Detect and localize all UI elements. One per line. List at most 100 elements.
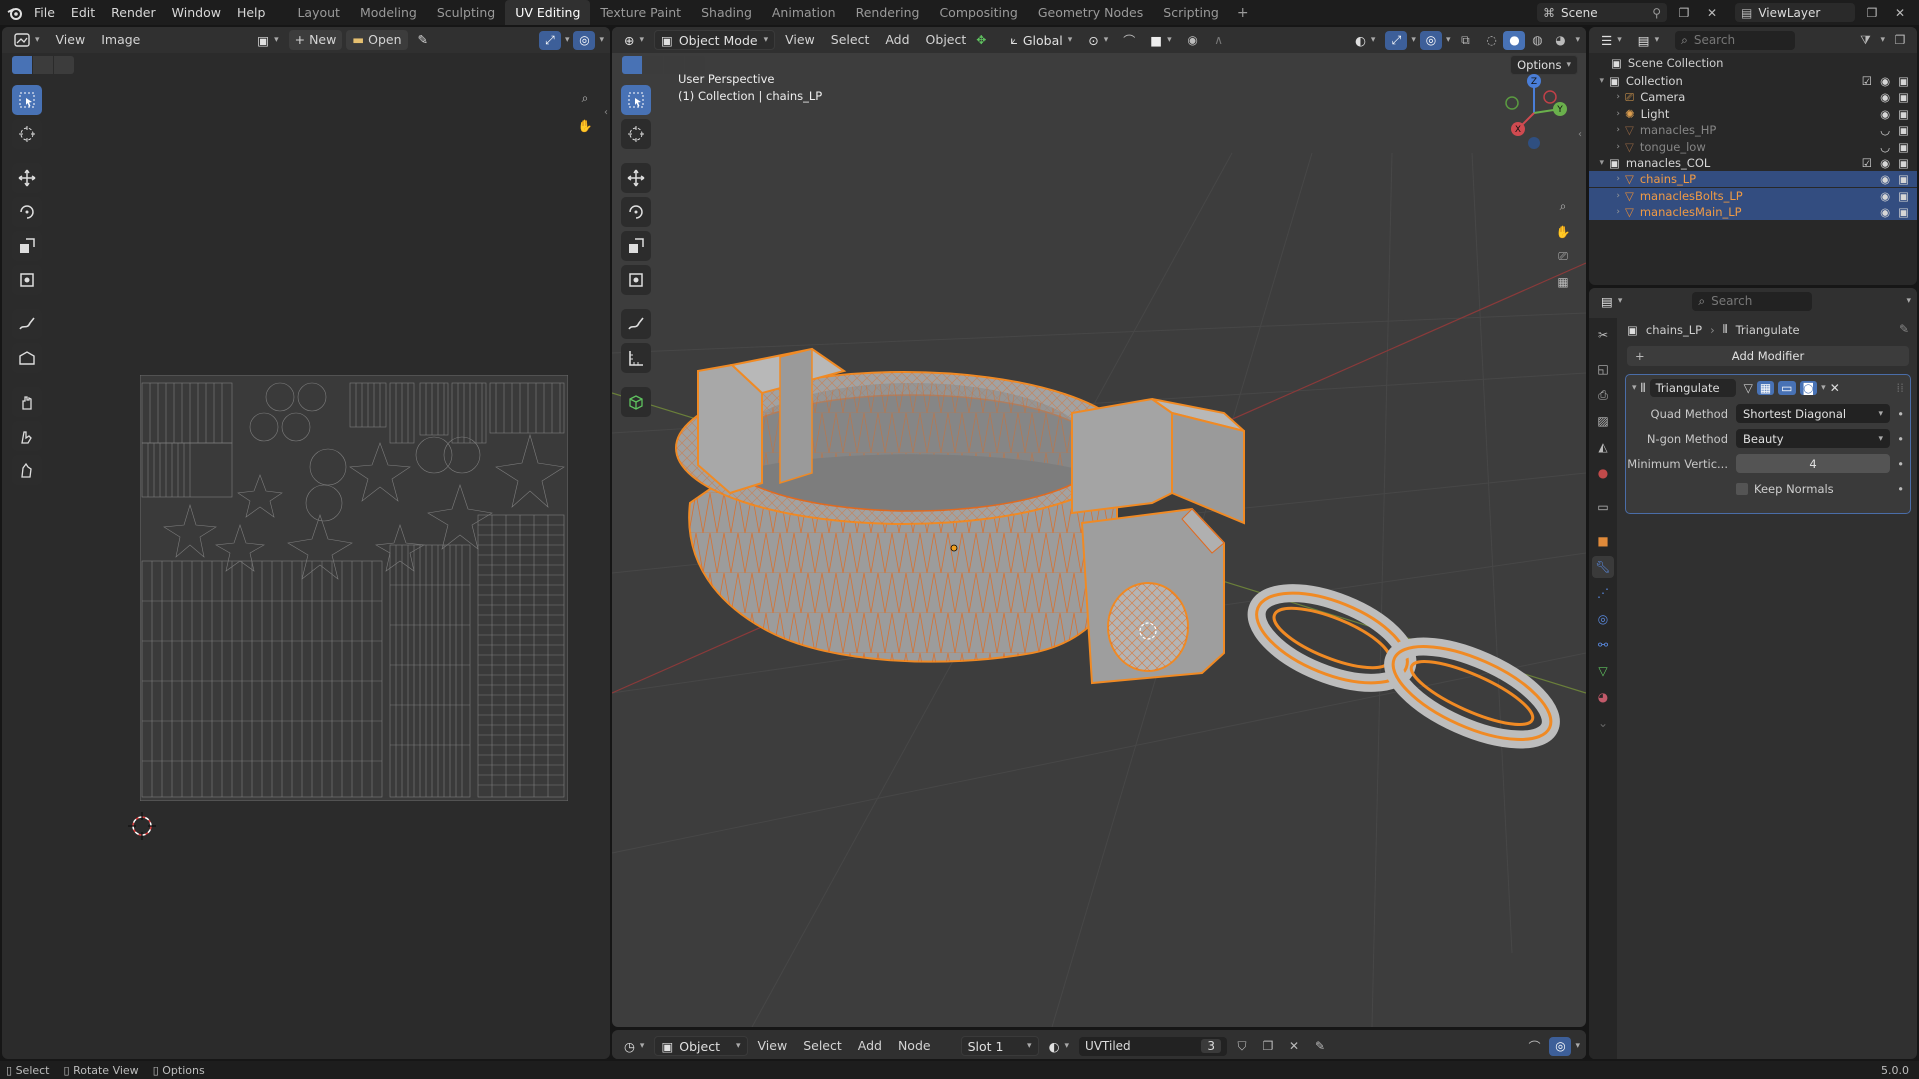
disclosure-chevron-icon[interactable]: ▾	[1589, 158, 1609, 168]
world-tab-icon[interactable]: ●	[1592, 462, 1614, 484]
menu-file[interactable]: File	[26, 0, 63, 25]
fake-user-shield-icon[interactable]: ⛉	[1231, 1037, 1253, 1056]
min-vertices-keyframe-icon[interactable]: •	[1890, 457, 1904, 471]
material-name-field[interactable]: UVTiled 3	[1079, 1036, 1228, 1056]
tool-tab-icon[interactable]: ✂	[1592, 324, 1614, 346]
keep-normals-keyframe-icon[interactable]: •	[1890, 482, 1904, 496]
vp-annotate-tool[interactable]	[621, 309, 651, 339]
workspace-tab-uv-editing[interactable]: UV Editing	[505, 0, 591, 25]
properties-editor-type[interactable]: ▤ ▾	[1595, 291, 1628, 311]
vp-select-box-tool[interactable]	[621, 85, 651, 115]
workspace-tab-rendering[interactable]: Rendering	[846, 0, 930, 25]
pinch-tool[interactable]	[12, 455, 42, 485]
outliner-item-tongue-low[interactable]: › ▽ tongue_low ◡ ▣	[1589, 139, 1917, 155]
render-camera-icon[interactable]: ▣	[1898, 189, 1909, 203]
properties-search[interactable]: ⌕ Search	[1692, 291, 1813, 311]
uv-menu-view[interactable]: View	[50, 30, 92, 50]
node-menu-node[interactable]: Node	[892, 1036, 937, 1056]
physics-tab-icon[interactable]: ◎	[1592, 608, 1614, 630]
vp-sidebar-toggle-icon[interactable]: ‹	[1578, 129, 1582, 140]
navigation-gizmo[interactable]: Z Y X	[1494, 73, 1574, 153]
exclude-checkbox-icon[interactable]: ☑	[1862, 156, 1872, 170]
uv-cursor-icon[interactable]	[128, 812, 156, 840]
filter-icon[interactable]: ⧩	[1854, 31, 1876, 50]
outliner-item-manaclesmain-lp[interactable]: › ▽ manaclesMain_LP ◉ ▣	[1589, 204, 1917, 221]
annotate-tool[interactable]	[12, 309, 42, 339]
eye-icon[interactable]: ◉	[1880, 107, 1890, 121]
properties-pin-icon[interactable]: ✎	[1899, 322, 1909, 336]
render-camera-icon[interactable]: ▣	[1898, 205, 1909, 219]
select-box-tool[interactable]	[12, 85, 42, 115]
rendered-shading-icon[interactable]: ◕	[1549, 31, 1571, 50]
viewport-menu-add[interactable]: Add	[879, 30, 915, 50]
render-camera-icon[interactable]: ▣	[1898, 156, 1909, 170]
snap-toggle-icon[interactable]: ⌒	[1118, 31, 1140, 50]
modifier-tab-icon[interactable]: 🔧︎	[1592, 556, 1614, 578]
vp-cursor-tool[interactable]	[621, 119, 651, 149]
vp-pan-hand-icon[interactable]: ✋	[1552, 222, 1574, 241]
modifier-options-chevron-icon[interactable]: ▾	[1821, 383, 1826, 393]
eye-icon[interactable]: ◉	[1880, 172, 1890, 186]
viewport-toggle-icon[interactable]: ▭	[1778, 381, 1796, 395]
viewport-editor-type[interactable]: ⊕ ▾	[618, 30, 650, 50]
unlink-material-icon[interactable]: ✕	[1283, 1037, 1305, 1056]
transform-tool[interactable]	[12, 265, 42, 295]
disclosure-chevron-icon[interactable]: ›	[1589, 207, 1625, 217]
edit-mode-toggle-icon[interactable]: ▽	[1744, 381, 1753, 395]
outliner-item-light[interactable]: › ✺ Light ◉ ▣	[1589, 106, 1917, 122]
grab-tool[interactable]	[12, 387, 42, 417]
new-scene-icon[interactable]: ❐	[1673, 3, 1695, 22]
uv-layout-canvas[interactable]	[140, 375, 568, 801]
vp-transform-tool[interactable]	[621, 265, 651, 295]
proportional-edit-icon[interactable]: ◉	[1182, 31, 1204, 50]
display-mode-selector[interactable]: ▤ ▾	[1632, 30, 1665, 50]
vp-measure-tool[interactable]	[621, 343, 651, 373]
workspace-tab-shading[interactable]: Shading	[691, 0, 762, 25]
workspace-tab-modeling[interactable]: Modeling	[350, 0, 427, 25]
outliner-item-manaclesbolts-lp[interactable]: › ▽ manaclesBolts_LP ◉ ▣	[1589, 187, 1917, 204]
workspace-tab-scripting[interactable]: Scripting	[1153, 0, 1229, 25]
viewport-menu-select[interactable]: Select	[825, 30, 876, 50]
menu-edit[interactable]: Edit	[63, 0, 103, 25]
render-camera-icon[interactable]: ▣	[1898, 123, 1909, 137]
pivot-selector[interactable]: ⊙ ▾	[1082, 30, 1114, 50]
menu-window[interactable]: Window	[164, 0, 229, 25]
menu-help[interactable]: Help	[229, 0, 274, 25]
constraints-tab-icon[interactable]: ⚯	[1592, 634, 1614, 656]
workspace-tab-animation[interactable]: Animation	[762, 0, 846, 25]
disclosure-chevron-icon[interactable]: ›	[1589, 125, 1625, 135]
gizmo-toggle-icon[interactable]: ⤢	[538, 30, 561, 50]
node-menu-add[interactable]: Add	[852, 1036, 888, 1056]
modifier-name-field[interactable]: Triangulate	[1649, 379, 1736, 397]
render-camera-icon[interactable]: ▣	[1898, 107, 1909, 121]
select-mode-new-icon[interactable]	[12, 56, 32, 74]
scene-collection-row[interactable]: ▣ Scene Collection	[1589, 53, 1917, 73]
vp-move-tool[interactable]	[621, 163, 651, 193]
workspace-tab-compositing[interactable]: Compositing	[929, 0, 1027, 25]
workspace-tab-layout[interactable]: Layout	[287, 0, 350, 25]
delete-scene-icon[interactable]: ✕	[1701, 3, 1723, 22]
node-editor-type[interactable]: ◷ ▾	[618, 1036, 650, 1056]
data-tab-icon[interactable]: ▽	[1592, 660, 1614, 682]
disclosure-chevron-icon[interactable]: ›	[1589, 174, 1625, 184]
eye-icon[interactable]: ◉	[1880, 74, 1890, 88]
node-menu-select[interactable]: Select	[797, 1036, 848, 1056]
view-layer-tab-icon[interactable]: ▨	[1592, 410, 1614, 432]
eye-icon[interactable]: ◉	[1880, 189, 1890, 203]
new-collection-icon[interactable]: ❐	[1889, 31, 1911, 50]
remove-modifier-icon[interactable]: ✕	[1830, 381, 1840, 395]
node-snap-icon[interactable]: ⌒	[1523, 1037, 1545, 1056]
quad-method-keyframe-icon[interactable]: •	[1890, 407, 1904, 421]
ngon-method-keyframe-icon[interactable]: •	[1890, 432, 1904, 446]
viewport-menu-view[interactable]: View	[779, 30, 821, 50]
uv-menu-image[interactable]: Image	[95, 30, 146, 50]
collapse-chevron-icon[interactable]: ▾	[1632, 383, 1637, 393]
render-camera-icon[interactable]: ▣	[1898, 74, 1909, 88]
eye-icon[interactable]: ◉	[1880, 90, 1890, 104]
render-camera-icon[interactable]: ▣	[1898, 140, 1909, 154]
duplicate-material-icon[interactable]: ❐	[1257, 1037, 1279, 1056]
render-toggle-icon[interactable]: ◙	[1799, 381, 1818, 395]
select-mode-extend-icon[interactable]	[33, 56, 53, 74]
node-pin-icon[interactable]: ✎	[1309, 1037, 1331, 1056]
outliner-search[interactable]: ⌕ Search	[1675, 30, 1796, 50]
